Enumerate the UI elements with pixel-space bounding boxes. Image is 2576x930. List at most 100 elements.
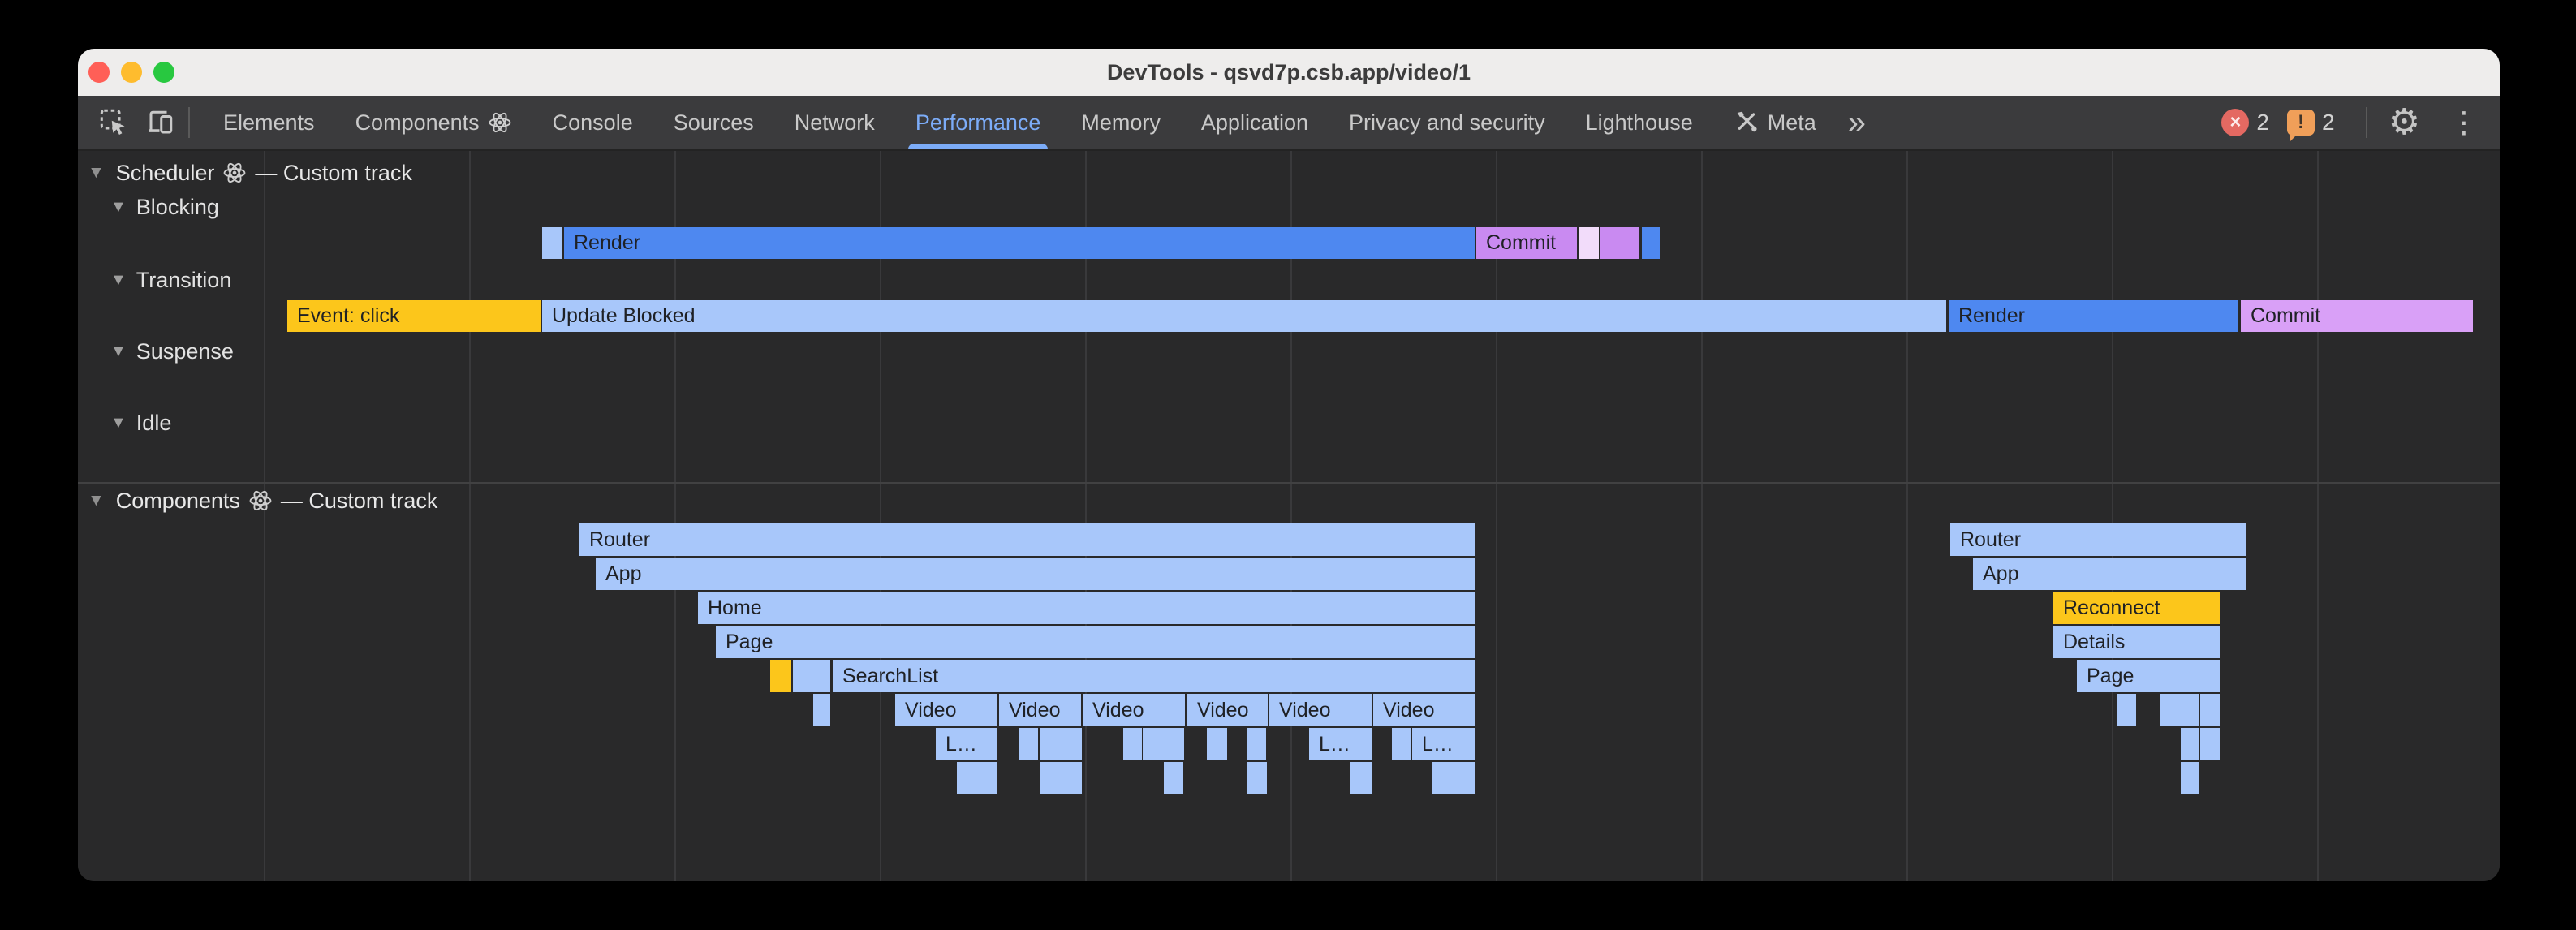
router-bar[interactable]: Router (1950, 523, 2246, 556)
l-bar[interactable]: L… (1309, 728, 1372, 760)
tab-sources[interactable]: Sources (653, 96, 774, 149)
more-options-icon[interactable]: ⋮ (2449, 108, 2479, 137)
collapse-triangle-icon: ▼ (110, 414, 127, 433)
device-toolbar-icon[interactable] (146, 108, 175, 137)
track-title: Components (116, 489, 240, 514)
unlabeled-bar[interactable] (1123, 728, 1142, 760)
page-bar[interactable]: Page (2077, 660, 2220, 692)
commit-bar[interactable]: Commit (1476, 227, 1577, 259)
video-bar[interactable]: Video (1269, 694, 1372, 726)
unlabeled-bar[interactable] (2181, 728, 2199, 760)
commit-bar[interactable]: Commit (2241, 300, 2473, 332)
unlabeled-bar[interactable] (1579, 227, 1599, 259)
tab-application[interactable]: Application (1181, 96, 1329, 149)
tab-network[interactable]: Network (774, 96, 895, 149)
unlabeled-bar[interactable] (1040, 762, 1082, 794)
more-tabs-chevron[interactable]: » (1837, 106, 1877, 139)
track-suffix: — Custom track (281, 489, 438, 514)
unlabeled-bar[interactable] (793, 660, 830, 692)
inspect-element-icon[interactable] (99, 108, 128, 137)
track-row-transition[interactable]: ▼Transition (110, 267, 231, 293)
collapse-triangle-icon: ▼ (88, 163, 105, 183)
react-atom-icon (222, 161, 247, 185)
settings-gear-icon[interactable]: ⚙ (2389, 105, 2420, 140)
components-track-header[interactable]: ▼ Components — Custom track (88, 488, 437, 514)
tab-label: Elements (223, 110, 315, 136)
event-click-bar[interactable]: Event: click (287, 300, 541, 332)
render-bar[interactable]: Render (564, 227, 1475, 259)
unlabeled-bar[interactable] (1019, 728, 1038, 760)
update-blocked-bar[interactable]: Update Blocked (542, 300, 1946, 332)
searchlist-bar[interactable]: SearchList (833, 660, 1475, 692)
home-bar[interactable]: Home (698, 592, 1475, 624)
unlabeled-bar[interactable] (2117, 694, 2136, 726)
bar-label: Details (2053, 631, 2125, 654)
unlabeled-bar[interactable] (1247, 762, 1267, 794)
collapse-triangle-icon: ▼ (110, 271, 127, 290)
tab-lighthouse[interactable]: Lighthouse (1566, 96, 1713, 149)
unlabeled-bar[interactable] (770, 660, 791, 692)
video-bar[interactable]: Video (895, 694, 997, 726)
tab-components[interactable]: Components (335, 96, 532, 149)
router-bar[interactable]: Router (579, 523, 1475, 556)
unlabeled-bar[interactable] (1642, 227, 1660, 259)
tab-meta[interactable]: Meta (1713, 96, 1837, 149)
bar-label: Page (716, 631, 773, 654)
react-atom-icon (248, 489, 273, 513)
track-row-suspense[interactable]: ▼ Suspense (110, 338, 234, 364)
bar-label: L… (1309, 733, 1350, 756)
grid-line (2317, 151, 2319, 881)
error-count: 2 (2256, 110, 2269, 136)
tab-privacy-and-security[interactable]: Privacy and security (1329, 96, 1566, 149)
scheduler-track-header[interactable]: ▼ Scheduler — Custom track (88, 160, 412, 186)
bar-label: Commit (2241, 304, 2320, 328)
reconnect-bar[interactable]: Reconnect (2053, 592, 2220, 624)
video-bar[interactable]: Video (999, 694, 1081, 726)
app-bar[interactable]: App (1973, 558, 2246, 590)
console-errors-button[interactable]: × 2 (2221, 109, 2269, 136)
unlabeled-bar[interactable] (1350, 762, 1372, 794)
bar-label: Video (1269, 699, 1331, 722)
video-bar[interactable]: Video (1373, 694, 1475, 726)
grid-line (1701, 151, 1703, 881)
title-bar: DevTools - qsvd7p.csb.app/video/1 (78, 49, 2500, 96)
unlabeled-bar[interactable] (2200, 728, 2220, 760)
unlabeled-bar[interactable] (957, 762, 997, 794)
track-separator (78, 482, 2500, 484)
l-bar[interactable]: L… (936, 728, 997, 760)
unlabeled-bar[interactable] (1392, 728, 1411, 760)
bar-label: Render (564, 231, 640, 255)
track-row-blocking[interactable]: ▼Blocking (110, 194, 219, 220)
details-bar[interactable]: Details (2053, 626, 2220, 658)
devtools-window: DevTools - qsvd7p.csb.app/video/1 Elemen… (78, 49, 2500, 881)
row-label: Suspense (136, 339, 234, 364)
tab-console[interactable]: Console (532, 96, 653, 149)
unlabeled-bar[interactable] (1164, 762, 1183, 794)
track-row-idle[interactable]: ▼Idle (110, 410, 171, 436)
l-bar[interactable]: L… (1412, 728, 1475, 760)
tab-elements[interactable]: Elements (203, 96, 335, 149)
collapse-triangle-icon: ▼ (110, 342, 127, 361)
unlabeled-bar[interactable] (2200, 694, 2220, 726)
bar-label: L… (1412, 733, 1454, 756)
page-bar[interactable]: Page (716, 626, 1475, 658)
unlabeled-bar[interactable] (1143, 728, 1184, 760)
app-bar[interactable]: App (596, 558, 1475, 590)
unlabeled-bar[interactable] (542, 227, 562, 259)
unlabeled-bar[interactable] (1247, 728, 1266, 760)
tab-label: Meta (1768, 110, 1816, 136)
unlabeled-bar[interactable] (1207, 728, 1227, 760)
tab-memory[interactable]: Memory (1061, 96, 1181, 149)
unlabeled-bar[interactable] (2181, 762, 2199, 794)
video-bar[interactable]: Video (1187, 694, 1268, 726)
unlabeled-bar[interactable] (2160, 694, 2199, 726)
unlabeled-bar[interactable] (1432, 762, 1475, 794)
tab-label: Lighthouse (1586, 110, 1693, 136)
video-bar[interactable]: Video (1083, 694, 1185, 726)
tab-performance[interactable]: Performance (895, 96, 1062, 149)
unlabeled-bar[interactable] (813, 694, 830, 726)
render-bar[interactable]: Render (1949, 300, 2238, 332)
unlabeled-bar[interactable] (1040, 728, 1082, 760)
unlabeled-bar[interactable] (1600, 227, 1639, 259)
console-warnings-button[interactable]: ! 2 (2287, 110, 2335, 136)
